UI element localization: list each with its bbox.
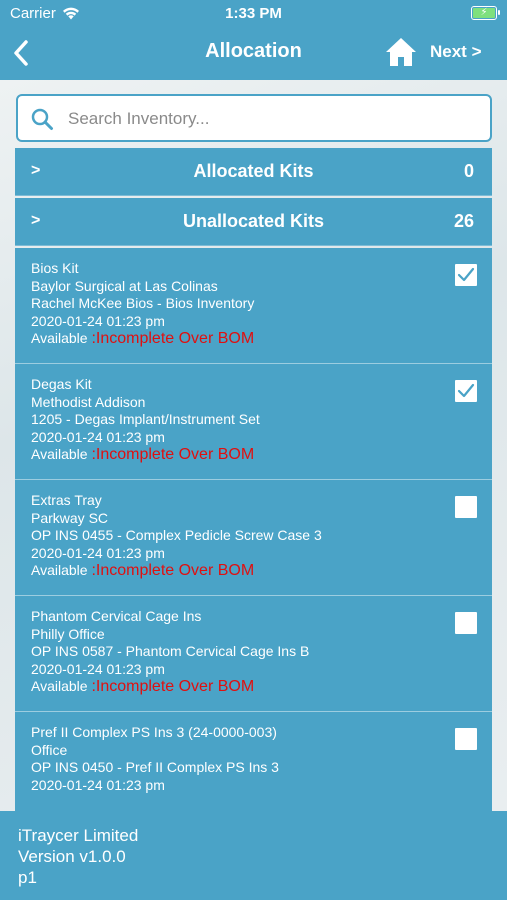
kit-details: Phantom Cervical Cage Ins Philly Office … bbox=[31, 608, 309, 696]
user-label: p1 bbox=[18, 868, 37, 887]
app-version: Version v1.0.0 bbox=[18, 847, 126, 866]
home-icon bbox=[386, 38, 416, 66]
status-text: :Incomplete Over BOM bbox=[91, 446, 255, 463]
kit-date: 2020-01-24 01:23 pm bbox=[31, 544, 165, 561]
kit-date: 2020-01-24 01:23 pm bbox=[31, 660, 165, 677]
select-checkbox[interactable] bbox=[455, 612, 477, 634]
kit-date: 2020-01-24 01:23 pm bbox=[31, 776, 165, 793]
status-text: :Incomplete Over BOM bbox=[91, 330, 255, 347]
list-item[interactable]: Phantom Cervical Cage Ins Philly Office … bbox=[15, 596, 492, 712]
kit-set: Rachel McKee Bios - Bios Inventory bbox=[31, 295, 255, 311]
section-label: Unallocated Kits bbox=[182, 211, 325, 231]
list-item[interactable]: Pref II Complex PS Ins 3 (24-0000-003) O… bbox=[15, 712, 492, 811]
top-bar: Carrier 1:33 PM ⚡ Allocation Next > bbox=[0, 0, 507, 80]
kit-date: 2020-01-24 01:23 pm bbox=[31, 428, 165, 445]
kit-status-line: Available :Incomplete Over BOM bbox=[31, 446, 260, 464]
company-name: iTraycer Limited bbox=[18, 826, 139, 845]
home-button[interactable] bbox=[384, 36, 418, 68]
kit-location: Baylor Surgical at Las Colinas bbox=[31, 277, 218, 294]
kit-location: Philly Office bbox=[31, 625, 105, 642]
checkmark-icon bbox=[457, 267, 475, 282]
battery-icon: ⚡ bbox=[471, 6, 500, 20]
kit-location: Parkway SC bbox=[31, 509, 109, 526]
kit-details: Extras Tray Parkway SC OP INS 0455 - Com… bbox=[31, 492, 322, 580]
status-text: :Incomplete Over BOM bbox=[91, 562, 255, 579]
clock: 1:33 PM bbox=[225, 5, 282, 22]
kit-status-line: Available :Incomplete Over BOM bbox=[31, 330, 254, 348]
kit-set: OP INS 0587 - Phantom Cervical Cage Ins … bbox=[31, 643, 310, 659]
kit-name: Bios Kit bbox=[31, 260, 79, 276]
availability-label: Available bbox=[31, 562, 88, 578]
search-input[interactable] bbox=[68, 104, 478, 134]
allocated-kits-header[interactable]: > Allocated Kits 0 bbox=[15, 148, 492, 196]
list-item[interactable]: Degas Kit Methodist Addison 1205 - Degas… bbox=[15, 364, 492, 480]
next-button[interactable]: Next > bbox=[430, 42, 482, 62]
kit-date: 2020-01-24 01:23 pm bbox=[31, 312, 165, 329]
kit-name: Extras Tray bbox=[31, 492, 102, 508]
section-count: 0 bbox=[463, 161, 474, 181]
search-icon bbox=[31, 108, 53, 130]
list-item[interactable]: Bios Kit Baylor Surgical at Las Colinas … bbox=[15, 248, 492, 364]
kit-name: Phantom Cervical Cage Ins bbox=[31, 608, 202, 624]
checkmark-icon bbox=[457, 383, 475, 398]
select-checkbox[interactable] bbox=[455, 728, 477, 750]
section-count: 26 bbox=[453, 211, 474, 231]
status-text: :Incomplete Over BOM bbox=[91, 678, 255, 695]
kit-status-line: Available :Incomplete Over BOM bbox=[31, 562, 322, 580]
kit-set: OP INS 0455 - Complex Pedicle Screw Case… bbox=[31, 527, 322, 543]
availability-label: Available bbox=[31, 330, 88, 346]
kit-name: Pref II Complex PS Ins 3 (24-0000-003) bbox=[31, 724, 277, 740]
kit-set: OP INS 0450 - Pref II Complex PS Ins 3 bbox=[31, 759, 279, 775]
status-bar: Carrier 1:33 PM ⚡ bbox=[0, 0, 507, 28]
kit-location: Methodist Addison bbox=[31, 393, 146, 410]
footer: iTraycer Limited Version v1.0.0 p1 bbox=[0, 811, 507, 900]
content-area: > Allocated Kits 0 > Unallocated Kits 26… bbox=[0, 80, 507, 811]
select-checkbox[interactable] bbox=[455, 264, 477, 286]
select-checkbox[interactable] bbox=[455, 496, 477, 518]
kit-details: Bios Kit Baylor Surgical at Las Colinas … bbox=[31, 260, 254, 348]
availability-label: Available bbox=[31, 446, 88, 462]
select-checkbox[interactable] bbox=[455, 380, 477, 402]
kit-status-line: Available :Incomplete Over BOM bbox=[31, 678, 309, 696]
kit-details: Pref II Complex PS Ins 3 (24-0000-003) O… bbox=[31, 724, 279, 794]
availability-label: Available bbox=[31, 678, 88, 694]
search-bar[interactable] bbox=[16, 94, 492, 142]
nav-bar: Allocation Next > bbox=[0, 30, 507, 76]
list-item[interactable]: Extras Tray Parkway SC OP INS 0455 - Com… bbox=[15, 480, 492, 596]
kit-set: 1205 - Degas Implant/Instrument Set bbox=[31, 411, 260, 427]
section-label: Allocated Kits bbox=[193, 161, 314, 181]
kit-list: Bios Kit Baylor Surgical at Las Colinas … bbox=[15, 248, 492, 811]
kit-location: Office bbox=[31, 741, 68, 758]
unallocated-kits-header[interactable]: > Unallocated Kits 26 bbox=[15, 198, 492, 246]
kit-details: Degas Kit Methodist Addison 1205 - Degas… bbox=[31, 376, 260, 464]
kit-name: Degas Kit bbox=[31, 376, 92, 392]
